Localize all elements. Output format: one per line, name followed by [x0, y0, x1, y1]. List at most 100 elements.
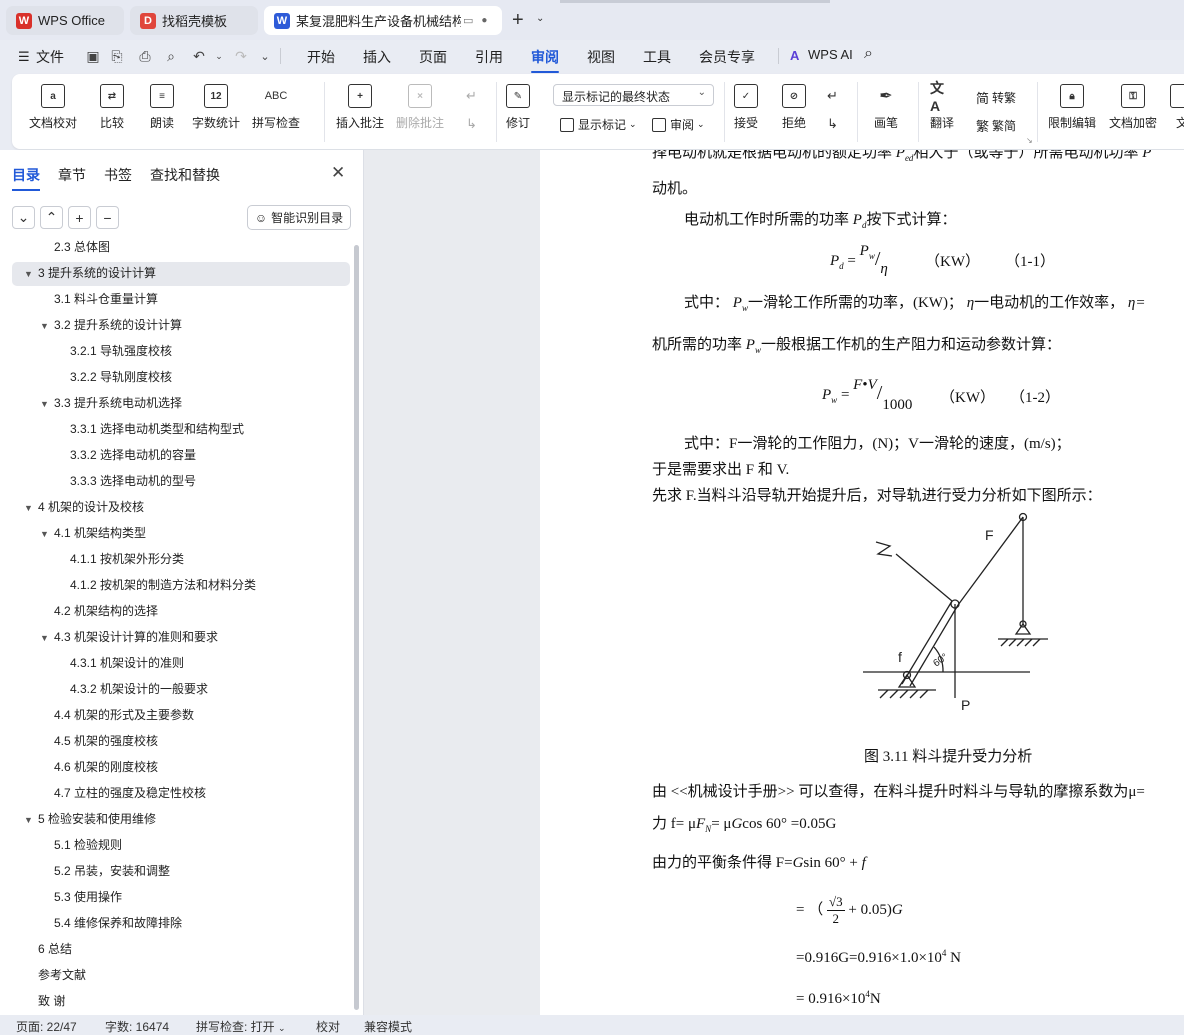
toc-item[interactable]: 4.1.1 按机架外形分类: [56, 548, 184, 570]
toc-item[interactable]: ▼ 3.2 提升系统的设计计算: [40, 314, 182, 336]
menu-page[interactable]: 页面: [419, 47, 447, 67]
toc-scrollbar[interactable]: [354, 245, 359, 1010]
menu-reference[interactable]: 引用: [475, 47, 503, 67]
add-heading-button[interactable]: +: [68, 206, 91, 229]
tab-bookmarks[interactable]: 书签: [104, 165, 132, 185]
tab-docer-templates[interactable]: D 找稻壳模板: [130, 6, 258, 35]
doc-check-button[interactable]: a 文档校对: [29, 84, 77, 131]
previous-change-icon[interactable]: ↵: [827, 88, 838, 104]
toc-item[interactable]: 4.7 立柱的强度及稳定性校核: [40, 782, 206, 804]
toc-item[interactable]: 4.5 机架的强度校核: [40, 730, 158, 752]
toc-item[interactable]: 3.3.3 选择电动机的型号: [56, 470, 196, 492]
restrict-edit-button[interactable]: 🔒︎ 限制编辑: [1048, 84, 1096, 131]
to-simplified-button[interactable]: 繁繁简: [976, 116, 1016, 135]
toc-item[interactable]: ▼ 4.1 机架结构类型: [40, 522, 146, 544]
toc-item[interactable]: ▼ 4 机架的设计及校核: [24, 496, 144, 518]
collapse-triangle-icon[interactable]: ▼: [24, 263, 38, 285]
smart-toc-button[interactable]: ☺ 智能识别目录: [247, 205, 351, 230]
toc-item[interactable]: 5.4 维修保养和故障排除: [40, 912, 182, 934]
toc-item[interactable]: 6 总结: [24, 938, 72, 960]
tab-toc[interactable]: 目录: [12, 165, 40, 191]
menu-file[interactable]: 文件: [36, 47, 64, 67]
review-pane-button[interactable]: 审阅 ⌄: [652, 116, 705, 133]
toc-item[interactable]: 3.1 料斗仓重量计算: [40, 288, 158, 310]
toc-item[interactable]: ▼ 4.3 机架设计计算的准则和要求: [40, 626, 218, 648]
previous-comment-icon[interactable]: ↵: [466, 88, 477, 104]
delete-comment-button[interactable]: × 删除批注: [396, 84, 444, 131]
wps-ai-icon[interactable]: A: [790, 48, 799, 63]
print-icon[interactable]: ⎙: [136, 47, 154, 65]
save-icon[interactable]: ▣: [84, 47, 102, 65]
redo-icon[interactable]: ↷: [232, 47, 250, 65]
menu-insert[interactable]: 插入: [363, 47, 391, 67]
insert-comment-button[interactable]: + 插入批注: [336, 84, 384, 131]
next-change-icon[interactable]: ↳: [827, 116, 838, 132]
spell-check-button[interactable]: ABC 拼写检查: [252, 84, 300, 131]
collapse-triangle-icon[interactable]: ▼: [40, 523, 54, 545]
toc-item[interactable]: 3.3.2 选择电动机的容量: [56, 444, 196, 466]
menu-start[interactable]: 开始: [307, 47, 335, 67]
tab-current-document[interactable]: W 某复混肥料生产设备机械结构 ▭ ●: [264, 6, 502, 35]
spell-check-status[interactable]: 拼写检查: 打开 ⌄: [196, 1018, 286, 1035]
print-preview-icon[interactable]: ⌕: [162, 47, 180, 65]
toc-item[interactable]: 4.2 机架结构的选择: [40, 600, 158, 622]
undo-menu-chevron-icon[interactable]: ⌄: [210, 47, 228, 65]
undo-icon[interactable]: ↶: [190, 47, 208, 65]
menu-view[interactable]: 视图: [587, 47, 615, 67]
menu-wps-ai[interactable]: WPS AI: [808, 47, 853, 62]
toc-item[interactable]: ▼ 3 提升系统的设计计算: [24, 262, 156, 284]
reject-button[interactable]: ⊘ 拒绝: [782, 84, 806, 131]
toc-item[interactable]: 4.1.2 按机架的制造方法和材料分类: [56, 574, 256, 596]
pen-button[interactable]: ✒ 画笔: [874, 84, 898, 131]
collapse-triangle-icon[interactable]: ▼: [24, 809, 38, 831]
toc-item[interactable]: ▼ 5 检验安装和使用维修: [24, 808, 156, 830]
document-page[interactable]: 择电动机就是根据电动机的额定功率 Ped相大于（或等于）所需电动机功率 P 动机…: [540, 150, 1184, 1015]
to-traditional-button[interactable]: 简转繁: [976, 88, 1016, 107]
group-launcher-icon[interactable]: ↘: [1026, 136, 1033, 145]
proofread-status[interactable]: 校对: [316, 1018, 340, 1035]
quick-access-chevron-icon[interactable]: ⌄: [256, 47, 274, 65]
menu-review[interactable]: 审阅: [531, 47, 559, 73]
toc-item[interactable]: 4.3.1 机架设计的准则: [56, 652, 184, 674]
menu-member[interactable]: 会员专享: [699, 47, 755, 67]
word-count-button[interactable]: 12 字数统计: [192, 84, 240, 131]
toc-item[interactable]: 3.2.2 导轨刚度校核: [56, 366, 172, 388]
tab-sections[interactable]: 章节: [58, 165, 86, 185]
toc-item[interactable]: 3.2.1 导轨强度校核: [56, 340, 172, 362]
collapse-triangle-icon[interactable]: ▼: [40, 393, 54, 415]
toc-item[interactable]: 5.1 检验规则: [40, 834, 122, 856]
read-aloud-button[interactable]: ≡ 朗读: [150, 84, 174, 131]
next-comment-icon[interactable]: ↳: [466, 116, 477, 132]
collapse-triangle-icon[interactable]: ▼: [40, 315, 54, 337]
doc-encrypt-button[interactable]: ⚿ 文档加密: [1109, 84, 1157, 131]
toc-item[interactable]: 致 谢: [24, 990, 65, 1012]
hamburger-icon[interactable]: ☰: [18, 49, 30, 65]
toc-item[interactable]: 参考文献: [24, 964, 86, 986]
toc-item[interactable]: 3.3.1 选择电动机类型和结构型式: [56, 418, 244, 440]
tab-list-chevron-icon[interactable]: ⌄: [536, 13, 544, 24]
search-icon[interactable]: ⌕: [864, 45, 873, 63]
toc-item[interactable]: 4.3.2 机架设计的一般要求: [56, 678, 208, 700]
word-count[interactable]: 字数: 16474: [105, 1018, 169, 1035]
toc-item[interactable]: 4.4 机架的形式及主要参数: [40, 704, 194, 726]
compare-button[interactable]: ⇄ 比较: [100, 84, 124, 131]
toc-item[interactable]: ▼ 3.3 提升系统电动机选择: [40, 392, 182, 414]
menu-tools[interactable]: 工具: [643, 47, 671, 67]
translate-button[interactable]: 文A 翻译: [930, 80, 954, 131]
toc-item[interactable]: 5.3 使用操作: [40, 886, 122, 908]
markup-display-select[interactable]: 显示标记的最终状态 ⌄: [553, 84, 714, 106]
new-tab-plus-icon[interactable]: +: [512, 9, 524, 32]
toc-item[interactable]: 4.6 机架的刚度校核: [40, 756, 158, 778]
accept-button[interactable]: ✓ 接受: [734, 84, 758, 131]
page-indicator[interactable]: 页面: 22/47: [16, 1018, 77, 1035]
tab-find-replace[interactable]: 查找和替换: [150, 165, 220, 185]
export-icon[interactable]: ⎘: [108, 47, 126, 65]
show-markup-button[interactable]: 显示标记 ⌄: [560, 116, 637, 133]
remove-heading-button[interactable]: −: [96, 206, 119, 229]
unsaved-dot-icon[interactable]: ●: [481, 15, 487, 26]
collapse-triangle-icon[interactable]: ▼: [40, 627, 54, 649]
toc-item[interactable]: 2.3 总体图: [40, 236, 110, 258]
collapse-triangle-icon[interactable]: ▼: [24, 497, 38, 519]
doc-more-button[interactable]: 文: [1170, 84, 1184, 131]
collapse-all-button[interactable]: ⌄: [12, 206, 35, 229]
